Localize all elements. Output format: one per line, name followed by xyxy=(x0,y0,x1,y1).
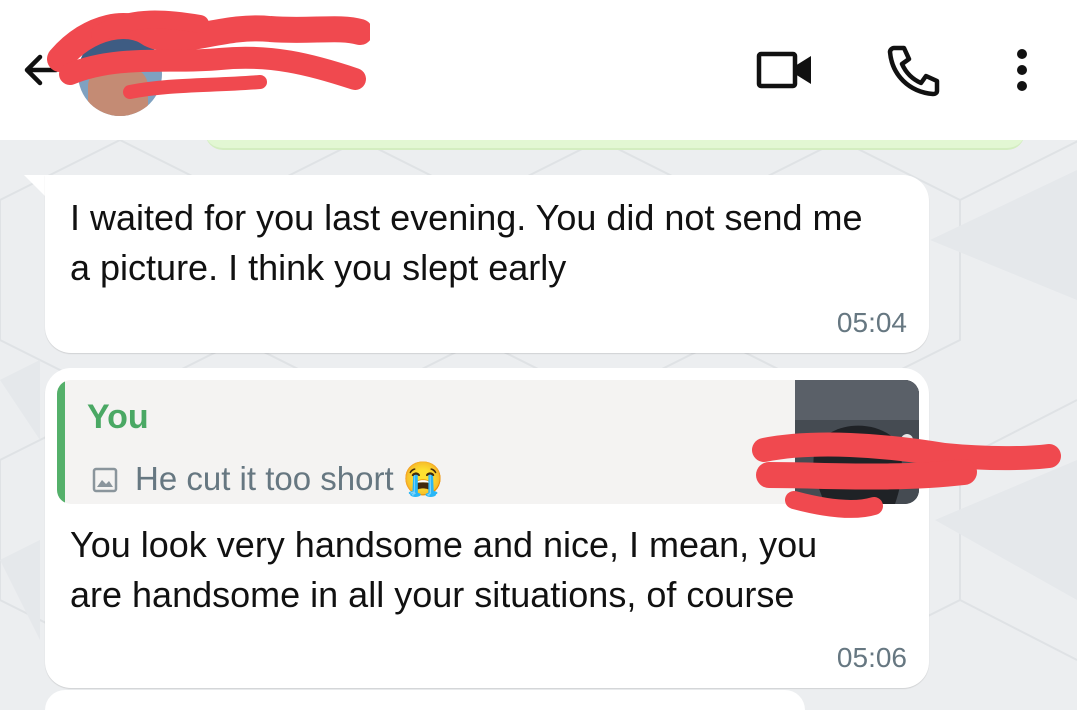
quote-author: You xyxy=(87,398,149,436)
crying-emoji: 😭 xyxy=(402,460,444,497)
message-time: 05:06 xyxy=(836,642,907,673)
next-message-edge xyxy=(45,690,805,710)
phone-icon[interactable] xyxy=(884,42,944,98)
quote-text: He cut it too short 😭 xyxy=(135,460,444,497)
quote-accent-bar xyxy=(57,380,65,504)
incoming-message[interactable]: I waited for you last evening. You did n… xyxy=(45,175,929,353)
message-time: 05:04 xyxy=(836,307,907,338)
redaction-scribble xyxy=(47,10,370,99)
bubble-tail xyxy=(24,175,46,197)
message-text: I waited for you last evening. You did n… xyxy=(70,197,863,288)
message-text: You look very handsome and nice, I mean,… xyxy=(70,524,818,615)
video-call-icon[interactable] xyxy=(756,42,816,98)
image-icon xyxy=(92,467,118,493)
redaction-scribble xyxy=(752,432,1061,518)
chat-header xyxy=(0,0,1077,140)
more-vert-icon[interactable] xyxy=(992,42,1052,98)
